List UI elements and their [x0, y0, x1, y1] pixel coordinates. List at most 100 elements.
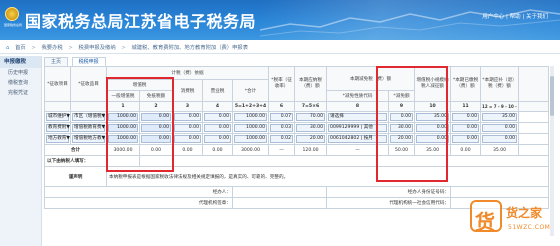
declaration-label: 谨声明 — [44, 166, 107, 187]
sidebar-item-certificate[interactable]: 完税凭证 — [0, 88, 41, 98]
table-row: 地方教育▼ 增值税地方教▼ 1000.00 0.00 0.00 0.00 100… — [44, 133, 550, 145]
sidebar-heading[interactable]: 申报缴税 — [0, 56, 41, 68]
header-vat-group: 增值税 — [106, 79, 173, 91]
total-business: 0.00 — [202, 144, 233, 156]
tab-bar: 主页 税税申报 — [44, 57, 108, 66]
business-tax-input[interactable]: 0.00 — [204, 135, 231, 143]
filler-label: 以下由纳税人填写： — [44, 155, 140, 167]
header-reduction-amount: *减免额 — [388, 90, 416, 102]
header-vat-general: 一般增值税 — [106, 90, 140, 102]
col-number: 10 — [414, 101, 452, 112]
tax-subitem-select[interactable]: 市区（增值税▼ — [72, 113, 105, 121]
total-payable: 120.00 — [294, 144, 328, 156]
refund-value: 35.00 — [482, 113, 518, 121]
total-code: — — [326, 144, 390, 156]
tax-item-select[interactable]: 地方教育▼ — [46, 135, 70, 143]
col-number: 12 = 7 - 9 - 10 - 11 — [480, 101, 520, 112]
header-vat-exempt: 免抵税额 — [139, 90, 173, 102]
header-consumption-tax: 消费税 — [172, 79, 203, 102]
tax-subitem-select[interactable]: 增值税地方教▼ — [72, 135, 105, 143]
col-number: 7=5×6 — [294, 101, 328, 112]
vat-general-input[interactable]: 1000.00 — [108, 135, 138, 143]
watermark: 货 货之家 51WZC.COM — [470, 196, 552, 240]
small-scale-value: 0.00 — [416, 124, 450, 132]
declaration-table: *征收项目 *征收品目 计税（费）依据 *税率（征收率） 本期应纳税（费）额 本… — [44, 66, 550, 209]
col-number: 4 — [202, 101, 233, 112]
total-small-scale: 35.00 — [414, 144, 452, 156]
watermark-url: 51WZC.COM — [508, 224, 551, 231]
header-rate: *税率（征收率） — [268, 66, 296, 102]
handler-field[interactable] — [231, 186, 328, 198]
total-refund: 35.00 — [480, 144, 520, 156]
sidebar-item-history[interactable]: 历史申报 — [0, 68, 41, 78]
business-tax-input[interactable]: 0.00 — [204, 113, 231, 121]
total-paid: 0.00 — [450, 144, 482, 156]
breadcrumb-my-tax[interactable]: 我要办税 — [42, 45, 63, 51]
watermark-logo-icon: 货 — [470, 200, 502, 234]
reduction-code-select[interactable]: 0061042802 | 按月 — [328, 135, 388, 143]
col-number: 1 — [106, 101, 140, 112]
header-business-tax: 营业税 — [202, 79, 233, 102]
total-reduction: 50.00 — [388, 144, 416, 156]
vat-general-input[interactable]: 1000.00 — [108, 124, 138, 132]
agent-org-field[interactable] — [231, 197, 328, 209]
total-label: 合计 — [44, 144, 107, 156]
reduction-code-select[interactable]: 0099129999 | 其他 — [328, 124, 388, 132]
total-vat-exempt: 0.00 — [139, 144, 173, 156]
col-number: 8 — [326, 101, 390, 112]
header-reduction-code: *减免性质代码 — [326, 90, 390, 102]
vat-exempt-input[interactable]: 0.00 — [141, 135, 171, 143]
total-rate: — — [268, 144, 296, 156]
reduction-code-select[interactable]: 请选择 — [328, 113, 388, 121]
col-number: 2 — [139, 101, 173, 112]
declaration-text: 本纳税申报表是根据国家税收法律法规及相关规定填报的，是真实的、可靠的、完整的。 — [105, 166, 550, 187]
user-links[interactable]: 用户中心 | 帮助 | 关于我们 — [482, 12, 548, 20]
payable-value: 30.00 — [296, 124, 326, 132]
consumption-tax-input[interactable]: 0.00 — [174, 113, 201, 121]
payable-value: 70.00 — [296, 113, 326, 121]
consumption-tax-input[interactable]: 0.00 — [174, 124, 201, 132]
agent-org-label: 代理机构签章： — [44, 197, 233, 209]
total-row: 合计 3000.00 0.00 0.00 0.00 3000.00 — 120.… — [44, 144, 550, 156]
breadcrumb-declare-pay[interactable]: 税费申报及缴纳 — [79, 45, 116, 51]
tab-tax-declare[interactable]: 税税申报 — [71, 57, 106, 66]
paid-input[interactable]: 0.00 — [452, 135, 480, 143]
emblem-caption: 国家税务总局 — [4, 23, 23, 27]
total-value: 1000.00 — [234, 135, 268, 143]
vat-general-input[interactable]: 1000.00 — [108, 113, 138, 121]
col-number: 9 — [388, 101, 416, 112]
sidebar-item-payment-query[interactable]: 缴税查询 — [0, 78, 41, 88]
paid-input[interactable]: 0.00 — [452, 113, 480, 121]
consumption-tax-input[interactable]: 0.00 — [174, 135, 201, 143]
scrollbar-thumb[interactable] — [550, 76, 554, 116]
watermark-title: 货之家 — [506, 206, 543, 220]
tab-home[interactable]: 主页 — [44, 57, 69, 66]
header-refund: *本期应补（退）税（费）额 — [480, 66, 520, 102]
breadcrumb-separator: > — [121, 45, 126, 51]
tax-item-select[interactable]: 教育费附▼ — [46, 124, 70, 132]
col-number: 6 — [268, 101, 296, 112]
reduction-amount-value: 20.00 — [390, 135, 414, 143]
total-vat-general: 3000.00 — [106, 144, 140, 156]
vat-exempt-input[interactable]: 0.00 — [141, 124, 171, 132]
breadcrumb: ⌂ 首页 > 我要办税 > 税费申报及缴纳 > 城建税、教育费附加、地方教育附加… — [0, 43, 560, 54]
rate-value: 0.07 — [270, 113, 294, 121]
paid-input[interactable]: 0.00 — [452, 124, 480, 132]
watermark-glyph: 货 — [475, 210, 495, 234]
handler-id-label: 经办人身份证号码： — [326, 186, 452, 198]
home-icon[interactable]: ⌂ — [6, 45, 9, 51]
refund-value: 0.00 — [482, 124, 518, 132]
small-scale-value: 0.00 — [416, 135, 450, 143]
col-number: 5=1+2+3+4 — [231, 101, 270, 112]
vat-exempt-input[interactable]: 0.00 — [141, 113, 171, 121]
business-tax-input[interactable]: 0.00 — [204, 124, 231, 132]
breadcrumb-home[interactable]: 首页 — [15, 45, 26, 51]
total-value: 1000.00 — [234, 124, 268, 132]
great-wall-banner — [260, 0, 560, 40]
tax-item-select[interactable]: 城市维护▼ — [46, 113, 70, 121]
header-tax-item: *征收项目 — [44, 66, 71, 102]
tax-subitem-select[interactable]: 增值税教育费▼ — [72, 124, 105, 132]
header-reduction-group: 本期减免税（费）额 — [326, 66, 416, 91]
rate-value: 0.02 — [270, 135, 294, 143]
payable-value: 20.00 — [296, 135, 326, 143]
